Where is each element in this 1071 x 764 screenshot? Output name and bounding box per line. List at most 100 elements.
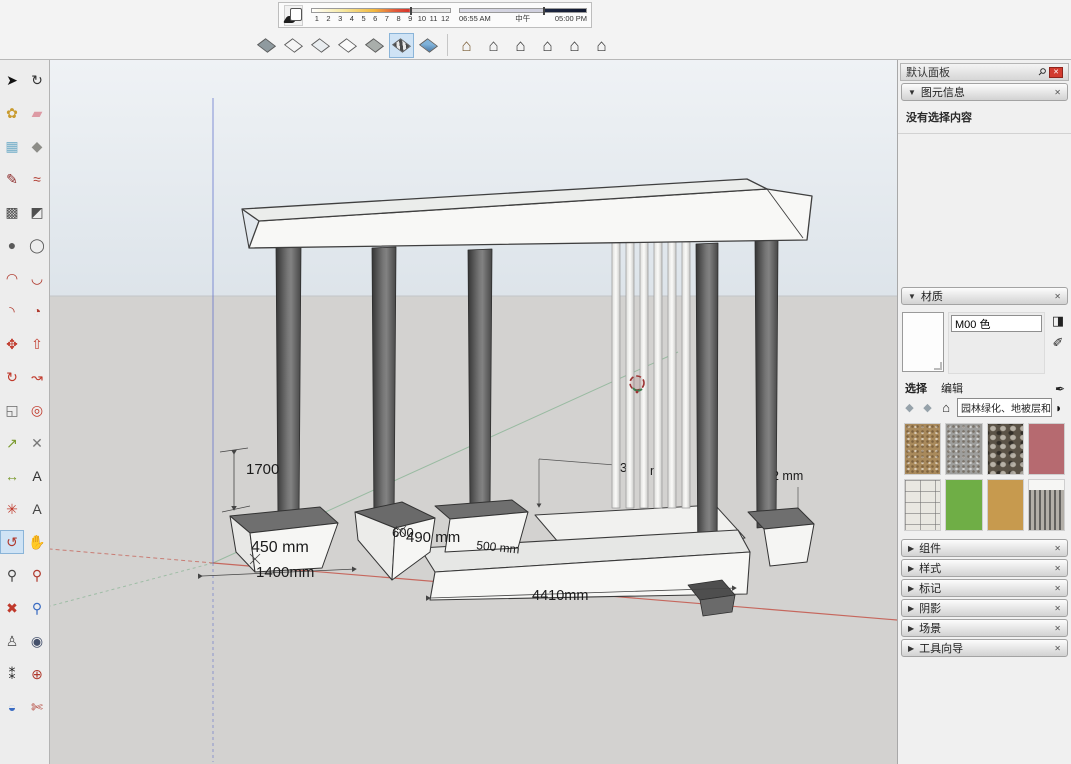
collapsed-section-header[interactable]: ▶ 工具向导 ✕ — [901, 639, 1068, 657]
tool-tape-measure[interactable]: ↗ — [0, 431, 24, 455]
viewport-3d[interactable]: 39 m 2 mm — [50, 60, 897, 764]
tool-extra-1[interactable]: ◒ — [0, 695, 24, 719]
section-close-icon[interactable]: ✕ — [1054, 564, 1061, 573]
collapsed-section-header[interactable]: ▶ 场景 ✕ — [901, 619, 1068, 637]
tool-arc[interactable]: ◠ — [0, 266, 24, 290]
tool-zoom-window[interactable]: ⚲ — [25, 563, 49, 587]
expand-arrow-icon[interactable]: ▶ — [908, 564, 914, 573]
tool-move[interactable]: ✥ — [0, 332, 24, 356]
section-close-icon[interactable]: ✕ — [1054, 644, 1061, 653]
tool-line[interactable]: ✎ — [0, 167, 24, 191]
tab-select[interactable]: 选择 — [905, 380, 927, 396]
tool-walk[interactable]: ⁑ — [0, 662, 24, 686]
display-secondary-pane-icon[interactable]: ◨ — [1052, 313, 1064, 329]
tool-extra-2[interactable]: ✄ — [25, 695, 49, 719]
tool-trowel[interactable]: ◆ — [25, 134, 49, 158]
view-iso-button[interactable]: ⌂ — [454, 33, 479, 58]
date-slider-handle[interactable] — [410, 7, 412, 15]
material-category-dropdown[interactable]: 园林绿化、地被层和植被 ∨ — [957, 398, 1052, 417]
expand-arrow-icon[interactable]: ▶ — [908, 624, 914, 633]
sample-paint-icon[interactable]: ✒ — [1055, 382, 1065, 396]
tool-pan[interactable]: ✋ — [25, 530, 49, 554]
time-slider-handle[interactable] — [543, 7, 545, 15]
section-close-icon[interactable]: ✕ — [1054, 584, 1061, 593]
tool-three-point-arc[interactable]: ◝ — [0, 299, 24, 323]
tool-section-plane[interactable]: ⊕ — [25, 662, 49, 686]
tool-text[interactable]: A — [25, 464, 49, 488]
tool-rotated-rectangle[interactable]: ◩ — [25, 200, 49, 224]
material-sand-tan[interactable] — [987, 479, 1024, 531]
collapse-arrow-icon[interactable]: ▼ — [908, 88, 916, 97]
tool-orbit[interactable]: ↺ — [0, 530, 24, 554]
style-monochrome-button[interactable] — [416, 33, 441, 58]
material-pavers-white[interactable] — [904, 479, 941, 531]
tool-zoom-extents[interactable]: ✖ — [0, 596, 24, 620]
tool-axes[interactable]: ✳ — [0, 497, 24, 521]
tool-pie[interactable]: ◔ — [25, 299, 49, 323]
tool-two-point-arc[interactable]: ◡ — [25, 266, 49, 290]
tool-rotate[interactable]: ↻ — [0, 365, 24, 389]
style-xray-button[interactable] — [308, 33, 333, 58]
tool-polygon[interactable]: ◯ — [25, 233, 49, 257]
tool-textured-cube[interactable]: ▦ — [0, 134, 24, 158]
style-shaded-button[interactable] — [362, 33, 387, 58]
tool-position-camera[interactable]: ♙ — [0, 629, 24, 653]
tool-scale[interactable]: ◱ — [0, 398, 24, 422]
material-gravel-brown[interactable] — [904, 423, 941, 475]
tool-eraser[interactable]: ▰ — [25, 101, 49, 125]
tool-offset[interactable]: ◎ — [25, 398, 49, 422]
view-right-button[interactable]: ⌂ — [535, 33, 560, 58]
time-slider-track[interactable] — [459, 8, 587, 13]
section-close-icon[interactable]: ✕ — [1054, 604, 1061, 613]
material-gravel-gray[interactable] — [945, 423, 982, 475]
view-front-button[interactable]: ⌂ — [508, 33, 533, 58]
style-shaded-textures-button[interactable] — [389, 33, 414, 58]
date-slider-track[interactable] — [311, 8, 451, 13]
create-material-icon[interactable]: ✐ — [1053, 335, 1064, 351]
view-left-button[interactable]: ⌂ — [589, 33, 614, 58]
entity-info-header[interactable]: ▼ 图元信息 ✕ — [901, 83, 1068, 101]
forward-arrow-icon[interactable]: ◆ — [920, 401, 935, 414]
style-back-edges-button[interactable] — [254, 33, 279, 58]
tray-title-bar[interactable]: 默认面板 ⚲ ✕ — [900, 63, 1069, 81]
tool-zoom[interactable]: ⚲ — [0, 563, 24, 587]
back-arrow-icon[interactable]: ◆ — [902, 401, 917, 414]
expand-arrow-icon[interactable]: ▶ — [908, 584, 914, 593]
material-name-input[interactable] — [951, 315, 1042, 332]
material-rose-solid[interactable] — [1028, 423, 1065, 475]
collapsed-section-header[interactable]: ▶ 阴影 ✕ — [901, 599, 1068, 617]
tool-rectangle[interactable]: ▩ — [0, 200, 24, 224]
tool-paint-bucket[interactable]: ✿ — [0, 101, 24, 125]
tray-close-button[interactable]: ✕ — [1049, 67, 1063, 78]
tool-look-around[interactable]: ◉ — [25, 629, 49, 653]
section-close-icon[interactable]: ✕ — [1054, 624, 1061, 633]
materials-header[interactable]: ▼ 材质 ✕ — [901, 287, 1068, 305]
collapsed-section-header[interactable]: ▶ 样式 ✕ — [901, 559, 1068, 577]
details-arrow-icon[interactable]: ◗ — [1055, 401, 1067, 415]
material-preview-swatch[interactable] — [902, 312, 944, 372]
entity-info-close-icon[interactable]: ✕ — [1054, 88, 1061, 97]
collapsed-section-header[interactable]: ▶ 标记 ✕ — [901, 579, 1068, 597]
expand-arrow-icon[interactable]: ▶ — [908, 604, 914, 613]
tool-dimension[interactable]: ↔ — [0, 464, 24, 488]
collapsed-section-header[interactable]: ▶ 组件 ✕ — [901, 539, 1068, 557]
tool-circle[interactable]: ● — [0, 233, 24, 257]
pin-icon[interactable]: ⚲ — [1035, 66, 1048, 79]
shadow-toggle-button[interactable] — [284, 5, 303, 26]
section-close-icon[interactable]: ✕ — [1054, 544, 1061, 553]
home-icon[interactable]: ⌂ — [938, 400, 954, 415]
tool-select[interactable]: ➤ — [0, 68, 24, 92]
collapse-arrow-icon[interactable]: ▼ — [908, 292, 916, 301]
tool-follow-me[interactable]: ↝ — [25, 365, 49, 389]
tool-freehand[interactable]: ≈ — [25, 167, 49, 191]
tool-make-component[interactable]: ↻ — [25, 68, 49, 92]
tool-push-pull[interactable]: ⇧ — [25, 332, 49, 356]
material-grass-green[interactable] — [945, 479, 982, 531]
view-back-button[interactable]: ⌂ — [562, 33, 587, 58]
tab-edit[interactable]: 编辑 — [941, 380, 963, 396]
materials-close-icon[interactable]: ✕ — [1054, 292, 1061, 301]
expand-arrow-icon[interactable]: ▶ — [908, 644, 914, 653]
tool-previous[interactable]: ⚲ — [25, 596, 49, 620]
tool-3d-text[interactable]: A — [25, 497, 49, 521]
style-hidden-line-button[interactable] — [335, 33, 360, 58]
